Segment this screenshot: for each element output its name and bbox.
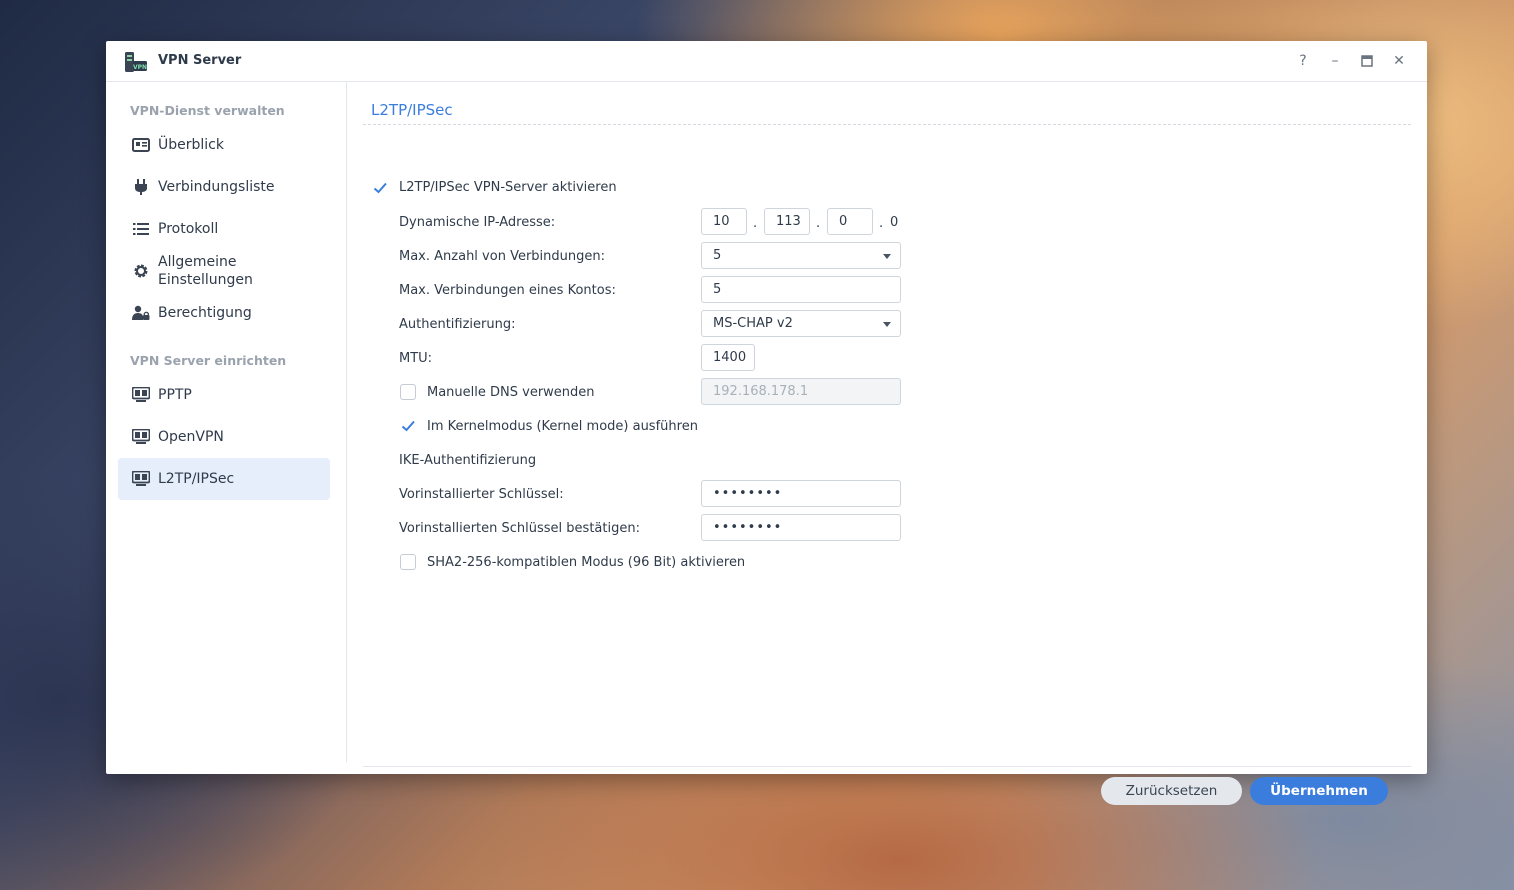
window-title: VPN Server [158, 53, 242, 68]
sidebar-item-overview[interactable]: Überblick [118, 124, 330, 166]
maximize-icon[interactable] [1358, 52, 1376, 70]
sidebar: VPN-Dienst verwalten Überblick Verbindun… [106, 82, 347, 762]
section-divider [363, 124, 1411, 125]
enable-server-checkbox[interactable] [372, 180, 388, 196]
footer-divider [363, 766, 1411, 767]
psk-label: Vorinstallierter Schlüssel: [399, 487, 564, 502]
sidebar-item-log[interactable]: Protokoll [118, 208, 330, 250]
mtu-label: MTU: [399, 351, 433, 366]
manual-dns-label: Manuelle DNS verwenden [427, 385, 595, 400]
list-icon [132, 220, 150, 238]
sidebar-item-connection-list[interactable]: Verbindungsliste [118, 166, 330, 208]
minimize-icon[interactable]: – [1326, 52, 1344, 70]
chevron-down-icon [883, 322, 891, 327]
main-content: L2TP/IPSec L2TP/IPSec VPN-Server aktivie… [363, 82, 1413, 805]
ip-octet-4-value: 0 [890, 215, 899, 230]
sidebar-item-pptp[interactable]: PPTP [118, 374, 330, 416]
manual-dns-input[interactable]: 192.168.178.1 [701, 378, 901, 405]
psk-confirm-label: Vorinstallierten Schlüssel bestätigen: [399, 521, 640, 536]
sidebar-item-label: PPTP [158, 387, 192, 403]
user-lock-icon [132, 304, 150, 322]
apply-button[interactable]: Übernehmen [1250, 777, 1388, 805]
ip-separator: . [816, 216, 821, 231]
ip-separator: . [753, 216, 758, 231]
sidebar-item-l2tp-ipsec[interactable]: L2TP/IPSec [118, 458, 330, 500]
server-icon [132, 470, 150, 488]
sidebar-item-label: Verbindungsliste [158, 179, 275, 195]
help-icon[interactable]: ? [1294, 52, 1312, 70]
sidebar-section-manage: VPN-Dienst verwalten [130, 103, 285, 118]
sidebar-item-label: Berechtigung [158, 305, 252, 321]
authentication-value: MS-CHAP v2 [713, 316, 793, 331]
enable-server-label: L2TP/IPSec VPN-Server aktivieren [399, 180, 617, 195]
sidebar-item-label: Allgemeine Einstellungen [158, 254, 253, 288]
max-connections-select[interactable]: 5 [701, 242, 901, 269]
overview-icon [132, 136, 150, 154]
gear-icon [132, 262, 150, 280]
sidebar-item-label: Protokoll [158, 221, 219, 237]
ip-octet-3-input[interactable]: 0 [827, 208, 873, 235]
psk-input[interactable]: •••••••• [701, 480, 901, 507]
close-icon[interactable]: ✕ [1390, 52, 1408, 70]
manual-dns-checkbox[interactable] [400, 384, 416, 400]
sidebar-item-label: L2TP/IPSec [158, 471, 235, 487]
max-connections-account-label: Max. Verbindungen eines Kontos: [399, 283, 616, 298]
vpn-server-app-icon: VPN [124, 51, 148, 73]
chevron-down-icon [883, 254, 891, 259]
plug-icon [132, 178, 150, 196]
authentication-select[interactable]: MS-CHAP v2 [701, 310, 901, 337]
sha2-label: SHA2-256-kompatiblen Modus (96 Bit) akti… [427, 555, 746, 570]
sidebar-item-label: Überblick [158, 137, 224, 153]
vpn-server-window: VPN VPN Server ? – ✕ VPN-Dienst verwalte… [106, 41, 1427, 805]
svg-text:VPN: VPN [133, 64, 147, 71]
ike-auth-heading: IKE-Authentifizierung [399, 453, 537, 468]
dynamic-ip-label: Dynamische IP-Adresse: [399, 215, 556, 230]
psk-confirm-input[interactable]: •••••••• [701, 514, 901, 541]
sidebar-item-general-settings[interactable]: Allgemeine Einstellungen [118, 250, 330, 292]
kernel-mode-label: Im Kernelmodus (Kernel mode) ausführen [427, 419, 698, 434]
section-title: L2TP/IPSec [371, 101, 453, 119]
mtu-input[interactable]: 1400 [701, 344, 755, 371]
reset-button[interactable]: Zurücksetzen [1101, 777, 1242, 805]
server-icon [132, 428, 150, 446]
ip-octet-1-input[interactable]: 10 [701, 208, 747, 235]
sidebar-item-openvpn[interactable]: OpenVPN [118, 416, 330, 458]
sidebar-item-label: OpenVPN [158, 429, 224, 445]
sha2-checkbox[interactable] [400, 554, 416, 570]
kernel-mode-checkbox[interactable] [400, 418, 416, 434]
max-connections-label: Max. Anzahl von Verbindungen: [399, 249, 605, 264]
title-bar: VPN VPN Server ? – ✕ [106, 41, 1427, 82]
sidebar-section-setup: VPN Server einrichten [130, 353, 287, 368]
max-connections-value: 5 [713, 248, 722, 263]
authentication-label: Authentifizierung: [399, 317, 516, 332]
sidebar-item-permissions[interactable]: Berechtigung [118, 292, 330, 334]
max-connections-account-input[interactable]: 5 [701, 276, 901, 303]
ip-octet-2-input[interactable]: 113 [764, 208, 810, 235]
server-icon [132, 386, 150, 404]
ip-separator: . [879, 216, 884, 231]
